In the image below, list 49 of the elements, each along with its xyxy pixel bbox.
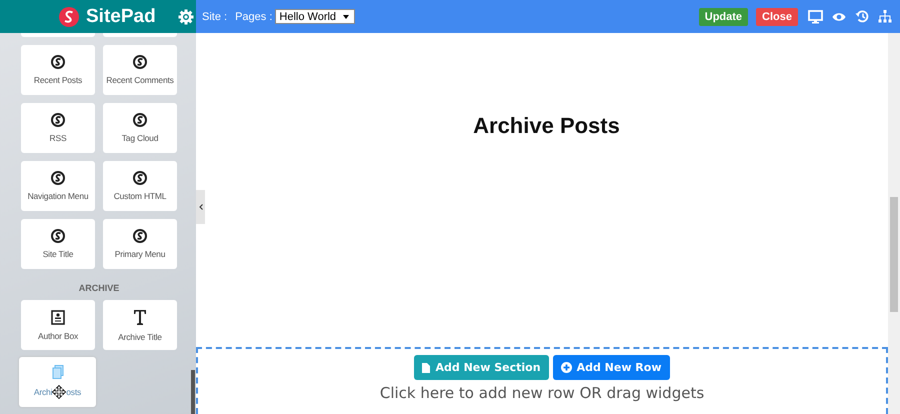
settings-icon[interactable]	[178, 8, 194, 24]
dragged-widget-card[interactable]: Archi osts	[19, 357, 96, 407]
swirl-icon	[133, 171, 147, 185]
widget-label: Archi	[34, 387, 52, 397]
swirl-icon	[51, 113, 65, 127]
page-title: Archive Posts	[472, 113, 621, 140]
widget-card[interactable]: Navigation Menu	[21, 161, 95, 211]
widget-card[interactable]: Recent Comments	[103, 45, 177, 95]
widget-card[interactable]: Archive Title	[103, 300, 177, 350]
widget-card[interactable]: RSS	[21, 103, 95, 153]
swirl-icon	[133, 229, 147, 243]
plus-circle-icon	[560, 362, 572, 373]
widget-card[interactable]: Recent Posts	[21, 45, 95, 95]
pages-label: Pages :	[235, 10, 272, 22]
section-heading: ARCHIVE	[78, 283, 120, 293]
widget-card[interactable]: Custom HTML	[103, 161, 177, 211]
widget-card[interactable]: Tag Cloud	[103, 103, 177, 153]
swirl-icon	[51, 171, 65, 185]
drop-zone[interactable]: Add New Section Add New Row Click here to add new row OR drag widgets	[196, 347, 888, 414]
letter-t-icon	[133, 308, 147, 326]
widget-card[interactable]: Author Box	[21, 300, 95, 350]
swirl-icon	[133, 113, 147, 127]
swirl-icon	[133, 55, 147, 69]
brand-name: SitePad	[86, 6, 156, 28]
update-button[interactable]: Update	[698, 8, 748, 26]
scrollbar-thumb[interactable]	[890, 197, 898, 312]
swirl-icon	[51, 229, 65, 243]
chevron-left-icon	[198, 204, 202, 210]
page-select[interactable]: Hello World	[275, 9, 356, 24]
drop-hint: Click here to add new row OR drag widgets	[380, 384, 704, 402]
swirl-icon	[51, 55, 65, 69]
widget-card[interactable]: Site Title	[21, 219, 95, 269]
documents-icon	[52, 365, 64, 379]
scrollbar-thumb[interactable]	[191, 370, 195, 414]
widget-label: osts	[66, 387, 82, 397]
sitemap-icon[interactable]	[878, 10, 892, 23]
eye-icon[interactable]	[832, 12, 846, 22]
add-row-button[interactable]: Add New Row	[552, 355, 670, 380]
document-icon	[422, 362, 430, 372]
widget-card[interactable]: Primary Menu	[103, 219, 177, 269]
dropdown-arrow-icon	[343, 14, 350, 18]
logo-icon	[58, 6, 80, 28]
desktop-icon[interactable]	[808, 10, 823, 24]
author-card-icon	[51, 310, 65, 324]
close-button[interactable]: Close	[756, 8, 798, 26]
site-label: Site :	[202, 10, 228, 22]
history-icon[interactable]	[855, 10, 869, 23]
move-cursor-icon	[52, 385, 66, 399]
collapse-tab[interactable]	[196, 190, 205, 224]
